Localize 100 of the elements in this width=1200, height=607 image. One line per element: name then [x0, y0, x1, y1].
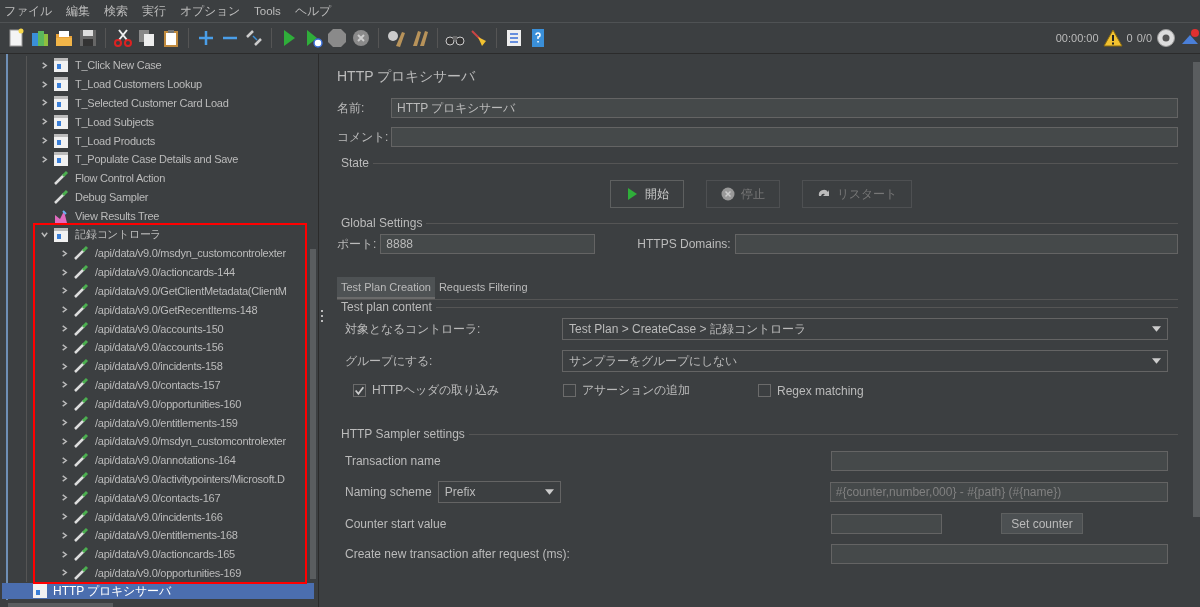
lifebuoy-icon[interactable]: [1156, 28, 1176, 48]
elapsed-time: 00:00:00: [1055, 32, 1099, 44]
menu-item[interactable]: ヘルプ: [294, 3, 331, 19]
controller-icon: [53, 113, 69, 130]
tree-item[interactable]: /api/data/v9.0/accounts-156: [94, 340, 225, 355]
document-icon[interactable]: [6, 28, 26, 48]
tree-item[interactable]: /api/data/v9.0/incidents-166: [94, 509, 224, 524]
tree-item[interactable]: /api/data/v9.0/opportunities-160: [94, 396, 243, 411]
tree-item[interactable]: /api/data/v9.0/annotations-164: [94, 453, 237, 468]
section-title: Global Settings: [341, 216, 423, 230]
scissors-icon[interactable]: [113, 28, 133, 48]
tree-item[interactable]: T_Click New Case: [74, 58, 163, 73]
chart-icon: [53, 207, 69, 224]
checkbox[interactable]: アサーションの追加: [563, 382, 758, 399]
controller-icon: [53, 226, 69, 243]
copy-icon[interactable]: [137, 28, 157, 48]
menu-item[interactable]: 実行: [142, 3, 166, 19]
menu-item[interactable]: 編集: [66, 3, 90, 19]
field-label: HTTPS Domains:: [637, 237, 731, 251]
pipette-icon: [53, 170, 69, 187]
field-label: Transaction name: [345, 454, 442, 468]
pipette-icon: [73, 376, 89, 393]
cancel-icon[interactable]: [351, 28, 371, 48]
controller-icon: [53, 57, 69, 74]
tree-item[interactable]: /api/data/v9.0/contacts-157: [94, 377, 222, 392]
set-counter-button[interactable]: Set counter: [1001, 513, 1083, 534]
section-title: State: [341, 156, 370, 170]
tree-item[interactable]: /api/data/v9.0/msdyn_customcontrolexter: [94, 434, 287, 449]
pipette-icon: [73, 489, 89, 506]
pipette-icon: [73, 264, 89, 281]
tree-item[interactable]: /api/data/v9.0/activitypointers/Microsoft.D: [94, 471, 286, 486]
menu-item[interactable]: ファイル: [4, 3, 52, 19]
books-icon[interactable]: [30, 28, 50, 48]
error-count: 0: [1126, 32, 1133, 44]
transaction-interval-field[interactable]: [831, 544, 1168, 564]
tree-item[interactable]: /api/data/v9.0/contacts-167: [94, 490, 222, 505]
tree-item[interactable]: T_Load Subjects: [74, 114, 155, 129]
grip-icon[interactable]: [320, 309, 324, 322]
field-label: グループにする:: [345, 352, 434, 370]
pipette-icon: [73, 414, 89, 431]
pipette-icon: [73, 358, 89, 375]
tree-item[interactable]: /api/data/v9.0/actioncards-144: [94, 265, 236, 280]
tree-item[interactable]: T_Load Products: [74, 133, 157, 148]
checkbox[interactable]: HTTPヘッダの取り込み: [353, 382, 563, 399]
tree-item[interactable]: /api/data/v9.0/entitlements-168: [94, 528, 239, 543]
transaction-name-field[interactable]: [831, 451, 1168, 471]
list-icon[interactable]: [504, 28, 524, 48]
tree-item[interactable]: /api/data/v9.0/GetClientMetadata(ClientM: [94, 283, 288, 298]
plus-icon[interactable]: [196, 28, 216, 48]
name-field[interactable]: HTTP プロキシサーバ: [391, 98, 1178, 118]
folder-icon[interactable]: [54, 28, 74, 48]
play-icon: [625, 187, 639, 201]
tab[interactable]: Requests Filtering: [434, 277, 532, 299]
field-label: コメント:: [337, 128, 387, 146]
tree-item[interactable]: /api/data/v9.0/msdyn_customcontrolexter: [94, 246, 287, 261]
tab[interactable]: Test Plan Creation: [337, 277, 435, 299]
tree-item[interactable]: /api/data/v9.0/entitlements-159: [94, 415, 239, 430]
field-label: Create new transaction after request (ms):: [345, 547, 571, 561]
comment-field[interactable]: [391, 127, 1178, 147]
scrollbar[interactable]: [1193, 62, 1200, 517]
clipboard-icon[interactable]: [161, 28, 181, 48]
tree-item[interactable]: Flow Control Action: [74, 171, 166, 186]
field-label: Naming scheme: [345, 485, 432, 499]
tree-item[interactable]: /api/data/v9.0/accounts-150: [94, 321, 225, 336]
tree-item[interactable]: T_Load Customers Lookup: [74, 77, 203, 92]
tree-item[interactable]: Debug Sampler: [74, 189, 150, 204]
https-domains-field[interactable]: [734, 234, 1178, 254]
broom-icon[interactable]: [469, 28, 489, 48]
menu-item[interactable]: オプション: [180, 3, 240, 19]
field-label: 名前:: [337, 99, 366, 117]
tree-item[interactable]: /api/data/v9.0/incidents-158: [94, 359, 224, 374]
pipette-icon: [73, 301, 89, 318]
caret-icon: [1152, 358, 1161, 364]
tree-item[interactable]: View Results Tree: [74, 208, 161, 223]
format-field[interactable]: #{counter,number,000} - #{path} (#{name}): [829, 482, 1168, 502]
start-button[interactable]: 開始: [610, 180, 684, 208]
pipette-icon: [73, 320, 89, 337]
pipette-icon: [73, 564, 89, 581]
tree-item[interactable]: /api/data/v9.0/opportunities-169: [94, 565, 243, 580]
counter-field[interactable]: [831, 513, 942, 534]
naming-scheme-dropdown[interactable]: Prefix: [437, 481, 561, 503]
tree-item[interactable]: /api/data/v9.0/GetRecentItems-148: [94, 302, 259, 317]
tree-item[interactable]: 記録コントローラ: [74, 226, 162, 244]
scrollbar[interactable]: [310, 249, 316, 579]
warning-icon[interactable]: [1102, 28, 1123, 48]
tree-item[interactable]: T_Selected Customer Card Load: [74, 96, 230, 110]
field-label: Counter start value: [345, 516, 448, 531]
tree-item[interactable]: T_Populate Case Details and Save: [74, 152, 240, 167]
port-field[interactable]: 8888: [380, 234, 596, 254]
grouping-dropdown[interactable]: サンプラーをグループにしない: [562, 350, 1168, 372]
checkbox[interactable]: Regex matching: [758, 382, 864, 399]
controller-icon: [53, 151, 69, 168]
pipette-icon: [73, 527, 89, 544]
controller-icon: [53, 95, 69, 111]
menu-item[interactable]: 検索: [104, 3, 128, 19]
menu-item[interactable]: Tools: [254, 5, 281, 17]
tree-item[interactable]: /api/data/v9.0/actioncards-165: [94, 547, 236, 562]
pipette-icon: [73, 470, 89, 487]
target-controller-dropdown[interactable]: Test Plan > CreateCase > 記録コントローラ: [562, 318, 1168, 340]
field-label: 対象となるコントローラ:: [345, 320, 482, 338]
